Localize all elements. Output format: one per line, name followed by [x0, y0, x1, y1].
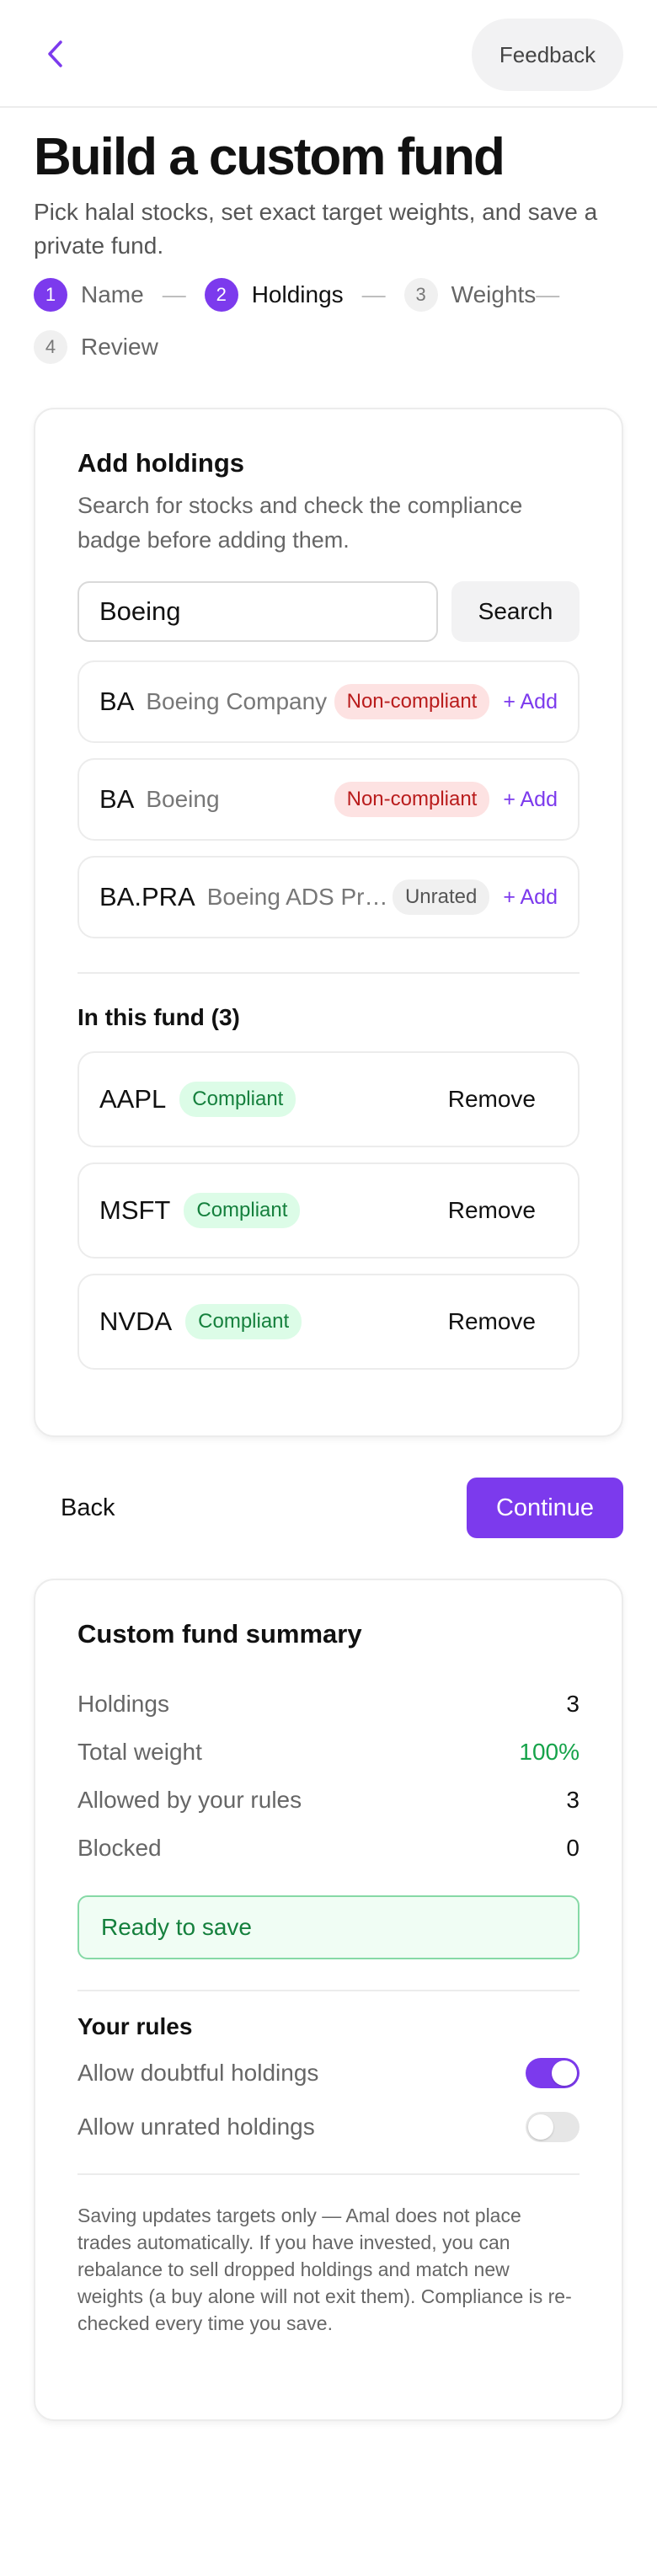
- result-ticker: BA.PRA: [99, 882, 195, 912]
- holding-ticker: NVDA: [99, 1307, 173, 1337]
- search-result-row: BA Boeing Non-compliant + Add: [77, 758, 580, 842]
- stock-search-input[interactable]: [77, 581, 438, 643]
- add-holdings-card: Add holdings Search for stocks and check…: [34, 408, 623, 1438]
- compliance-badge: Unrated: [392, 879, 490, 916]
- step-number: 1: [34, 278, 67, 313]
- fund-holding-row: AAPL Compliant Remove: [77, 1051, 580, 1148]
- step-review[interactable]: 4 Review: [34, 330, 158, 365]
- compliance-badge: Compliant: [184, 1193, 301, 1229]
- rule-label: Allow unrated holdings: [77, 2114, 315, 2140]
- step-name[interactable]: 1 Name: [34, 278, 144, 313]
- compliance-badge: Non-compliant: [334, 684, 490, 720]
- rule-row: Allow unrated holdings: [77, 2106, 580, 2148]
- fund-summary-card: Custom fund summary Holdings 3 Total wei…: [34, 1579, 623, 2422]
- step-separator: —: [361, 281, 386, 308]
- remove-holding-button[interactable]: Remove: [448, 1086, 536, 1113]
- toggle-knob: [528, 2114, 553, 2140]
- result-company: Boeing: [146, 786, 220, 813]
- main-content: Build a custom fund Pick halal stocks, s…: [0, 126, 657, 2422]
- search-results: BA Boeing Company Non-compliant + Add BA…: [77, 660, 580, 939]
- toggle-knob: [552, 2060, 577, 2087]
- divider: [77, 972, 580, 975]
- stat-row: Allowed by your rules 3: [77, 1776, 580, 1824]
- rule-row: Allow doubtful holdings: [77, 2052, 580, 2094]
- search-row: Search: [77, 581, 580, 643]
- search-result-row: BA Boeing Company Non-compliant + Add: [77, 660, 580, 744]
- back-button[interactable]: Back: [34, 1494, 115, 1522]
- top-bar: Feedback: [0, 0, 657, 108]
- step-number: 3: [403, 278, 438, 313]
- fund-holding-row: MSFT Compliant Remove: [77, 1162, 580, 1259]
- page-title: Build a custom fund: [34, 128, 505, 186]
- rules-heading: Your rules: [77, 2013, 193, 2040]
- add-holding-button[interactable]: + Add: [503, 788, 558, 812]
- allow-doubtful-toggle[interactable]: [526, 2058, 580, 2089]
- stat-row: Holdings 3: [77, 1680, 580, 1728]
- add-holdings-title: Add holdings: [77, 448, 245, 478]
- step-label: Review: [81, 334, 158, 361]
- search-button[interactable]: Search: [451, 581, 580, 643]
- add-holding-button[interactable]: + Add: [503, 885, 558, 910]
- ready-status: Ready to save: [77, 1895, 580, 1960]
- rule-label: Allow doubtful holdings: [77, 2060, 319, 2087]
- result-company: Boeing Company: [146, 688, 328, 715]
- holding-ticker: AAPL: [99, 1084, 167, 1114]
- step-holdings[interactable]: 2 Holdings: [204, 278, 344, 313]
- page-subtitle: Pick halal stocks, set exact target weig…: [34, 199, 598, 259]
- step-label: Name: [81, 281, 144, 308]
- result-ticker: BA: [99, 687, 135, 717]
- chevron-left-icon[interactable]: [39, 37, 72, 71]
- step-label: Weights: [451, 281, 537, 308]
- stat-row: Total weight 100%: [77, 1728, 580, 1776]
- summary-stats: Holdings 3 Total weight 100% Allowed by …: [77, 1680, 580, 1872]
- wizard-nav: Back Continue: [34, 1478, 623, 1539]
- search-result-row: BA.PRA Boeing ADS Preferred Unrated + Ad…: [77, 856, 580, 939]
- compliance-badge: Non-compliant: [334, 782, 490, 818]
- step-number: 4: [34, 330, 67, 365]
- step-number: 2: [204, 278, 238, 313]
- compliance-badge: Compliant: [179, 1082, 296, 1118]
- step-separator: —: [162, 281, 186, 308]
- compliance-badge: Compliant: [185, 1304, 302, 1340]
- stepper: 1 Name — 2 Holdings — 3 Weights — 4 Revi…: [34, 278, 623, 365]
- step-weights[interactable]: 3 Weights: [403, 278, 537, 313]
- result-company: Boeing ADS Preferred: [206, 884, 393, 911]
- remove-holding-button[interactable]: Remove: [448, 1308, 536, 1335]
- stat-label: Total weight: [77, 1738, 202, 1765]
- stat-value: 100%: [519, 1738, 580, 1765]
- step-label: Holdings: [251, 281, 344, 308]
- step-separator: —: [536, 281, 560, 308]
- stat-label: Blocked: [77, 1834, 162, 1861]
- stat-label: Holdings: [77, 1690, 169, 1717]
- stat-value: 3: [566, 1690, 580, 1717]
- divider: [77, 2173, 580, 2176]
- holding-ticker: MSFT: [99, 1195, 171, 1226]
- summary-title: Custom fund summary: [77, 1619, 362, 1649]
- fund-holdings-heading: In this fund (3): [77, 1004, 240, 1031]
- add-holdings-description: Search for stocks and check the complian…: [77, 493, 523, 553]
- allow-unrated-toggle[interactable]: [526, 2112, 580, 2143]
- fund-holding-row: NVDA Compliant Remove: [77, 1274, 580, 1371]
- divider: [77, 1990, 580, 1992]
- stat-value: 3: [566, 1786, 580, 1813]
- feedback-button[interactable]: Feedback: [472, 19, 623, 91]
- disclaimer-text: Saving updates targets only — Amal does …: [77, 2205, 572, 2335]
- fund-holdings-list: AAPL Compliant Remove MSFT Compliant Rem…: [77, 1051, 580, 1371]
- stat-row: Blocked 0: [77, 1824, 580, 1872]
- result-ticker: BA: [99, 784, 135, 815]
- add-holding-button[interactable]: + Add: [503, 690, 558, 714]
- continue-button[interactable]: Continue: [467, 1478, 623, 1539]
- stat-label: Allowed by your rules: [77, 1786, 302, 1813]
- remove-holding-button[interactable]: Remove: [448, 1197, 536, 1224]
- stat-value: 0: [566, 1834, 580, 1861]
